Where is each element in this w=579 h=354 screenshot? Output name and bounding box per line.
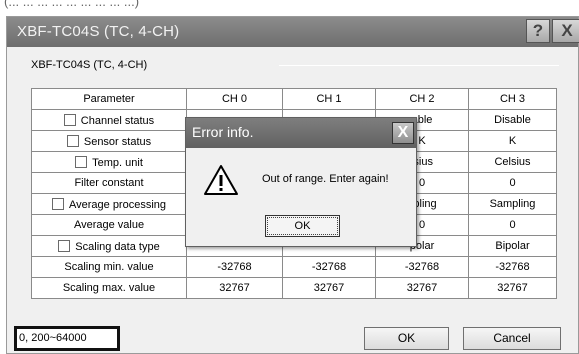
row-checkbox[interactable] <box>66 134 79 147</box>
row-checkbox[interactable] <box>63 113 76 126</box>
cell[interactable]: -32768 <box>375 256 469 278</box>
cell[interactable]: Sampling <box>468 193 557 215</box>
cell[interactable]: -32768 <box>186 256 283 278</box>
window-close-button[interactable]: X <box>552 19 579 43</box>
cancel-button[interactable]: Cancel <box>463 327 561 350</box>
row-checkbox[interactable] <box>58 239 71 252</box>
row-label: Temp. unit <box>92 156 143 169</box>
group-label: XBF-TC04S (TC, 4-CH) <box>31 59 148 71</box>
row-header-channel-status[interactable]: Channel status <box>31 109 187 131</box>
error-dialog-titlebar: Error info. X <box>186 118 416 148</box>
cell[interactable]: 0 <box>468 214 557 236</box>
row-label: Sensor status <box>83 135 152 148</box>
row-header-temp-unit[interactable]: Temp. unit <box>31 151 187 173</box>
row-checkbox[interactable] <box>51 197 64 210</box>
cell[interactable]: Disable <box>468 109 557 131</box>
error-ok-button[interactable]: OK <box>265 215 340 237</box>
window-titlebar: XBF-TC04S (TC, 4-CH) ? X <box>7 17 579 47</box>
cell[interactable]: 32767 <box>282 277 376 299</box>
cell[interactable]: 32767 <box>186 277 283 299</box>
row-label: Channel status <box>80 114 155 127</box>
error-dialog-close-button[interactable]: X <box>392 122 414 144</box>
col-header-parameter: Parameter <box>31 88 187 110</box>
row-header-average-processing[interactable]: Average processing <box>31 193 187 215</box>
error-message: Out of range. Enter again! <box>262 173 389 185</box>
row-header-scaling-max: Scaling max. value <box>31 277 187 299</box>
window-title: XBF-TC04S (TC, 4-CH) <box>17 23 180 40</box>
table-row: Scaling max. value 32767 32767 32767 327… <box>31 277 557 299</box>
col-header-ch3: CH 3 <box>468 88 557 110</box>
cell[interactable]: 32767 <box>468 277 557 299</box>
top-strip-text: (... ... ... ... ... ... ... ... ...) <box>4 0 140 9</box>
row-label: Average processing <box>68 198 167 211</box>
col-header-ch1: CH 1 <box>282 88 376 110</box>
error-dialog-title: Error info. <box>192 124 254 140</box>
row-header-average-value: Average value <box>31 214 187 236</box>
table-header-row: Parameter CH 0 CH 1 CH 2 CH 3 <box>31 88 557 110</box>
row-header-scaling-min: Scaling min. value <box>31 256 187 278</box>
table-row: Scaling min. value -32768 -32768 -32768 … <box>31 256 557 278</box>
col-header-ch2: CH 2 <box>375 88 469 110</box>
row-header-sensor-status[interactable]: Sensor status <box>31 130 187 152</box>
row-header-filter-constant: Filter constant <box>31 172 187 194</box>
ok-button[interactable]: OK <box>364 327 449 350</box>
cell[interactable]: 0 <box>468 172 557 194</box>
cell[interactable]: K <box>468 130 557 152</box>
warning-icon <box>204 165 238 195</box>
error-dialog: Error info. X Out of range. Enter again!… <box>185 117 417 247</box>
error-ok-label: OK <box>267 217 338 235</box>
row-label: Scaling data type <box>75 240 160 253</box>
group-divider <box>279 65 559 66</box>
help-button[interactable]: ? <box>526 19 550 43</box>
range-status: 0, 200~64000 <box>14 326 120 351</box>
cell[interactable]: -32768 <box>282 256 376 278</box>
row-header-scaling-data-type[interactable]: Scaling data type <box>31 235 187 257</box>
cell[interactable]: Celsius <box>468 151 557 173</box>
row-checkbox[interactable] <box>75 155 88 168</box>
cell[interactable]: 32767 <box>375 277 469 299</box>
col-header-ch0: CH 0 <box>186 88 283 110</box>
cell[interactable]: Bipolar <box>468 235 557 257</box>
settings-window: XBF-TC04S (TC, 4-CH) ? X XBF-TC04S (TC, … <box>6 16 579 354</box>
cell[interactable]: -32768 <box>468 256 557 278</box>
